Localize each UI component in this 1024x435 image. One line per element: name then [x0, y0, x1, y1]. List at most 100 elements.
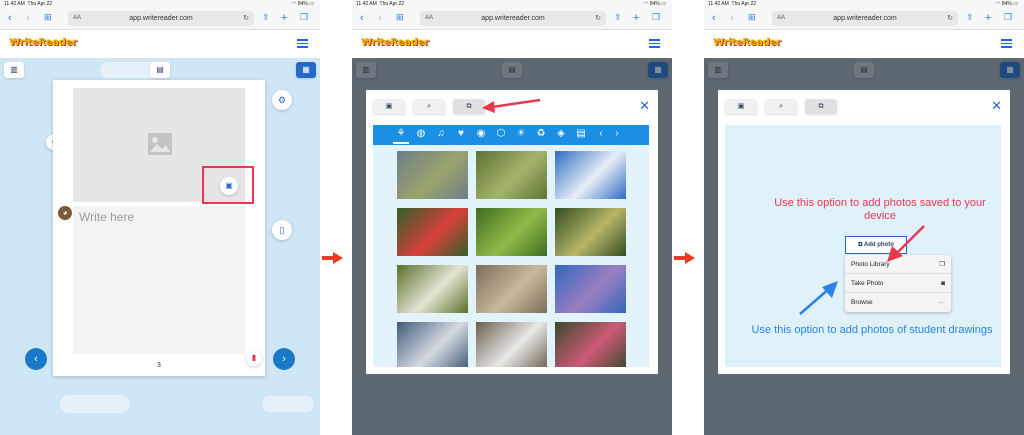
cloud-decoration — [262, 396, 314, 412]
text-area[interactable]: Write here — [73, 206, 245, 354]
bookmarks-icon[interactable]: ⊞ — [396, 12, 404, 23]
address-bar[interactable]: AA app.writereader.com ↻ — [68, 11, 254, 26]
tab-gallery[interactable]: ▣ — [725, 99, 757, 114]
reload-icon[interactable]: ↻ — [947, 11, 953, 26]
tab-gallery[interactable]: ▣ — [373, 99, 405, 114]
photo-thumbnail[interactable] — [397, 208, 468, 256]
search-icon: ⌕ — [427, 103, 431, 110]
printer-icon: ▤ — [508, 65, 516, 74]
reload-icon[interactable]: ↻ — [595, 11, 601, 26]
photo-thumbnail[interactable] — [555, 151, 626, 199]
add-photo-icon: ⧉ — [858, 242, 863, 248]
photo-library-icon: ❐ — [939, 261, 945, 268]
new-tab-icon[interactable]: + — [633, 12, 639, 24]
flow-arrow-icon — [322, 252, 344, 264]
panel-upload: 11:42 AM Thu Apr 22 ◠ 84% ▭ ‹ › ⊞ AA app… — [704, 0, 1024, 435]
open-book-icon: ▦ — [302, 65, 310, 74]
menu-item-browse[interactable]: Browse ··· — [845, 293, 951, 312]
photo-thumbnail[interactable] — [476, 151, 547, 199]
bookmarks-icon[interactable]: ⊞ — [748, 12, 756, 23]
print-button: ▤ — [854, 62, 874, 78]
print-button: ▤ — [502, 62, 522, 78]
status-time: 11:42 AM — [356, 1, 377, 7]
photo-thumbnail[interactable] — [397, 322, 468, 367]
status-bar: 11:42 AM Thu Apr 22 ◠ 84% ▭ — [704, 0, 1024, 8]
photo-thumbnail[interactable] — [476, 322, 547, 367]
printer-icon: ▤ — [860, 65, 868, 74]
menu-icon[interactable] — [649, 39, 660, 48]
menu-icon[interactable] — [297, 39, 308, 48]
settings-button[interactable]: ⚙ — [272, 90, 292, 110]
photo-thumbnail[interactable] — [555, 322, 626, 367]
tabs-icon[interactable]: ❐ — [1004, 12, 1012, 23]
forward-icon[interactable]: › — [730, 12, 734, 24]
music-icon[interactable]: ♫ — [435, 128, 447, 139]
forward-icon[interactable]: › — [378, 12, 382, 24]
box-icon[interactable]: ⬡ — [495, 128, 507, 139]
add-photo-icon: ⧉ — [818, 103, 824, 110]
preview-book-button: ▦ — [648, 62, 668, 78]
photo-thumbnail[interactable] — [476, 208, 547, 256]
book-cover-button: ▥ — [708, 62, 728, 78]
recycle-icon[interactable]: ♻ — [535, 128, 547, 139]
share-icon[interactable]: ⇪ — [966, 12, 974, 23]
tabs-icon[interactable]: ❐ — [652, 12, 660, 23]
new-tab-icon[interactable]: + — [985, 12, 991, 24]
close-icon[interactable]: ✕ — [991, 98, 1002, 114]
id-card-icon[interactable]: ▤ — [575, 128, 587, 139]
status-date: Thu Apr 22 — [27, 1, 53, 7]
reload-icon[interactable]: ↻ — [243, 11, 249, 26]
next-page-button[interactable]: › — [273, 348, 295, 370]
sun-icon[interactable]: ☀ — [515, 128, 527, 139]
category-bar: ⚘ ◍ ♫ ♥ ◉ ⬡ ☀ ♻ ◈ ▤ ‹ › — [373, 125, 649, 145]
forward-icon[interactable]: › — [26, 12, 30, 24]
share-icon[interactable]: ⇪ — [614, 12, 622, 23]
highlight-box — [202, 166, 254, 204]
browser-toolbar: ‹ › ⊞ AA app.writereader.com ↻ ⇪ + ❐ — [704, 8, 1024, 30]
back-icon[interactable]: ‹ — [360, 12, 364, 24]
trash-icon: ▮ — [251, 353, 257, 362]
delete-page-button[interactable]: ▮ — [246, 350, 262, 366]
tab-search[interactable]: ⌕ — [765, 99, 797, 114]
battery-level: 84% — [1001, 1, 1012, 7]
globe-icon[interactable]: ◍ — [415, 128, 427, 139]
close-icon[interactable]: ✕ — [639, 98, 650, 114]
chevron-right-icon: › — [282, 353, 286, 365]
chevron-right-icon[interactable]: › — [611, 128, 623, 139]
tab-search[interactable]: ⌕ — [413, 99, 445, 114]
shapes-icon[interactable]: ◈ — [555, 128, 567, 139]
browser-toolbar: ‹ › ⊞ AA app.writereader.com ↻ ⇪ + ❐ — [352, 8, 672, 30]
url-text: app.writereader.com — [833, 15, 897, 22]
preview-book-button[interactable]: ▦ — [296, 62, 316, 78]
open-book-icon: ▦ — [1006, 65, 1014, 74]
menu-icon[interactable] — [1001, 39, 1012, 48]
photo-thumbnail[interactable] — [476, 265, 547, 313]
print-button[interactable]: ▤ — [150, 62, 170, 78]
share-icon[interactable]: ⇪ — [262, 12, 270, 23]
address-bar[interactable]: AA app.writereader.com ↻ — [420, 11, 606, 26]
bookmarks-icon[interactable]: ⊞ — [44, 12, 52, 23]
heart-icon[interactable]: ♥ — [455, 128, 467, 139]
tabs-icon[interactable]: ❐ — [300, 12, 308, 23]
writereader-logo: WriteReader — [9, 37, 77, 48]
photo-thumbnail[interactable] — [397, 265, 468, 313]
book-icon: ▥ — [10, 65, 18, 74]
tab-add-photo[interactable]: ⧉ — [805, 99, 837, 114]
add-page-button[interactable]: ▯ — [272, 220, 292, 240]
add-photo-icon: ⧉ — [466, 103, 472, 110]
panel-photo-library: 11:42 AM Thu Apr 22 ◠ 84% ▭ ‹ › ⊞ AA app… — [352, 0, 672, 435]
menu-item-take-photo[interactable]: Take Photo ◙ — [845, 274, 951, 293]
book-cover-button[interactable]: ▥ — [4, 62, 24, 78]
photo-thumbnail[interactable] — [555, 265, 626, 313]
food-icon[interactable]: ◉ — [475, 128, 487, 139]
plant-icon[interactable]: ⚘ — [395, 128, 407, 139]
back-icon[interactable]: ‹ — [8, 12, 12, 24]
back-icon[interactable]: ‹ — [712, 12, 716, 24]
photo-thumbnail[interactable] — [397, 151, 468, 199]
annotation-arrow-icon — [482, 98, 541, 113]
address-bar[interactable]: AA app.writereader.com ↻ — [772, 11, 958, 26]
new-tab-icon[interactable]: + — [281, 12, 287, 24]
photo-thumbnail[interactable] — [555, 208, 626, 256]
url-text: app.writereader.com — [481, 15, 545, 22]
previous-page-button[interactable]: ‹ — [25, 348, 47, 370]
